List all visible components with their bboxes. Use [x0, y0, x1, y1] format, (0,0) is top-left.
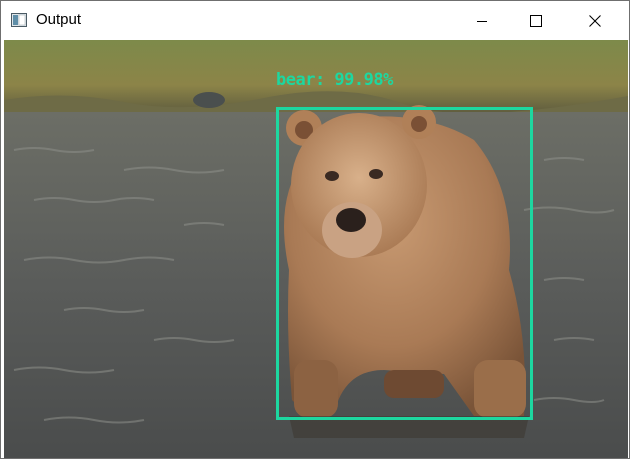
detection-bounding-box: [276, 107, 533, 420]
window-app-icon: [11, 13, 27, 27]
maximize-icon: [530, 14, 542, 27]
detection-label: bear: 99.98%: [276, 70, 393, 90]
maximize-button[interactable]: [513, 1, 559, 40]
title-bar[interactable]: Output: [1, 1, 629, 40]
output-window: Output bear: 99.98%: [0, 0, 630, 459]
minimize-icon: [477, 20, 487, 22]
window-title: Output: [36, 11, 82, 28]
minimize-button[interactable]: [459, 1, 505, 40]
image-viewport: bear: 99.98%: [4, 40, 628, 458]
close-icon: [589, 14, 601, 27]
close-button[interactable]: [572, 1, 618, 40]
